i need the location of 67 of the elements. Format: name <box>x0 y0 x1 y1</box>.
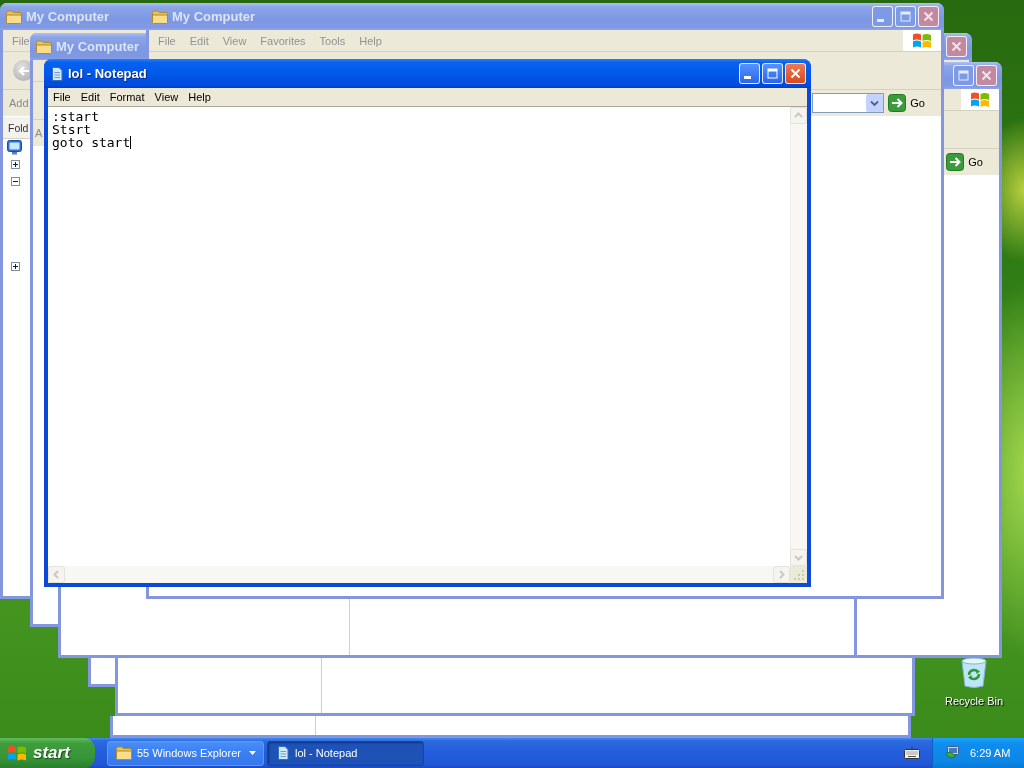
text-editor-field[interactable]: :start Stsrt goto start <box>48 107 790 566</box>
menu-item[interactable]: Help <box>188 91 211 103</box>
window-title: My Computer <box>26 9 110 24</box>
expand-icon[interactable] <box>11 262 20 271</box>
maximize-button[interactable] <box>895 6 916 27</box>
folder-icon <box>116 746 132 760</box>
menu-item[interactable]: File <box>53 91 71 103</box>
keyboard-icon[interactable] <box>904 747 920 759</box>
folder-icon <box>152 9 168 24</box>
address-field[interactable] <box>812 93 885 113</box>
computer-icon[interactable] <box>944 745 960 761</box>
clock: 6:29 AM <box>970 747 1011 759</box>
minimize-button[interactable] <box>739 63 760 84</box>
maximize-icon <box>767 68 778 79</box>
close-icon <box>923 11 934 22</box>
menu-item[interactable]: Tools <box>319 34 346 47</box>
trash-bin-icon[interactable] <box>958 655 990 689</box>
menu-item[interactable]: Favorites <box>260 34 306 47</box>
go-button[interactable]: Go <box>888 94 925 112</box>
close-button[interactable] <box>785 63 806 84</box>
flag-icon <box>961 89 999 110</box>
close-icon <box>790 68 801 79</box>
menu-item[interactable]: View <box>222 34 247 47</box>
caret-icon <box>249 751 256 755</box>
collapse-icon[interactable] <box>11 177 20 186</box>
window-title: My Computer <box>172 9 256 24</box>
left-arrow-icon <box>17 64 30 77</box>
minimize-icon <box>744 76 751 79</box>
minimize-icon <box>877 19 884 22</box>
taskbar-button[interactable]: 55 Windows Explorer <box>107 740 264 766</box>
maximize-icon <box>958 70 969 81</box>
flag-icon <box>7 744 27 762</box>
window-title: My Computer <box>56 39 140 54</box>
close-icon <box>981 70 992 81</box>
address-label: Add <box>9 97 29 109</box>
menu-item[interactable]: View <box>154 91 179 103</box>
note-page-icon <box>276 745 290 761</box>
horizontal-scrollbar[interactable] <box>48 566 790 583</box>
go-button[interactable]: Go <box>946 153 983 171</box>
address-label: A <box>35 127 43 139</box>
monitor-icon[interactable] <box>7 140 22 155</box>
close-button[interactable] <box>918 6 939 27</box>
vertical-scrollbar[interactable] <box>790 107 807 566</box>
expand-icon[interactable] <box>11 160 20 169</box>
maximize-icon <box>900 11 911 22</box>
maximize-button[interactable] <box>762 63 783 84</box>
maximize-button[interactable] <box>953 65 974 86</box>
chevron-down-icon[interactable] <box>866 94 884 112</box>
menu-item[interactable]: File <box>158 34 176 47</box>
menu-item[interactable]: Help <box>359 34 382 47</box>
menu-item[interactable]: Edit <box>189 34 209 47</box>
close-button[interactable] <box>946 36 967 57</box>
folder-icon <box>6 9 22 24</box>
folder-icon <box>36 39 52 54</box>
minimize-button[interactable] <box>872 6 893 27</box>
window-title: lol - Notepad <box>68 66 147 81</box>
taskbar-button[interactable]: lol - Notepad <box>267 740 424 766</box>
menu-item[interactable]: Edit <box>80 91 100 103</box>
desktop-icon-label[interactable]: Recycle Bin <box>944 695 1004 707</box>
menu-item[interactable]: File <box>12 34 30 47</box>
text-caret <box>130 136 132 149</box>
menu-item[interactable]: Format <box>109 91 145 103</box>
start-button[interactable]: start <box>0 738 95 768</box>
close-icon <box>951 41 962 52</box>
note-page-icon <box>50 65 64 82</box>
flag-icon <box>903 30 941 51</box>
close-button[interactable] <box>976 65 997 86</box>
